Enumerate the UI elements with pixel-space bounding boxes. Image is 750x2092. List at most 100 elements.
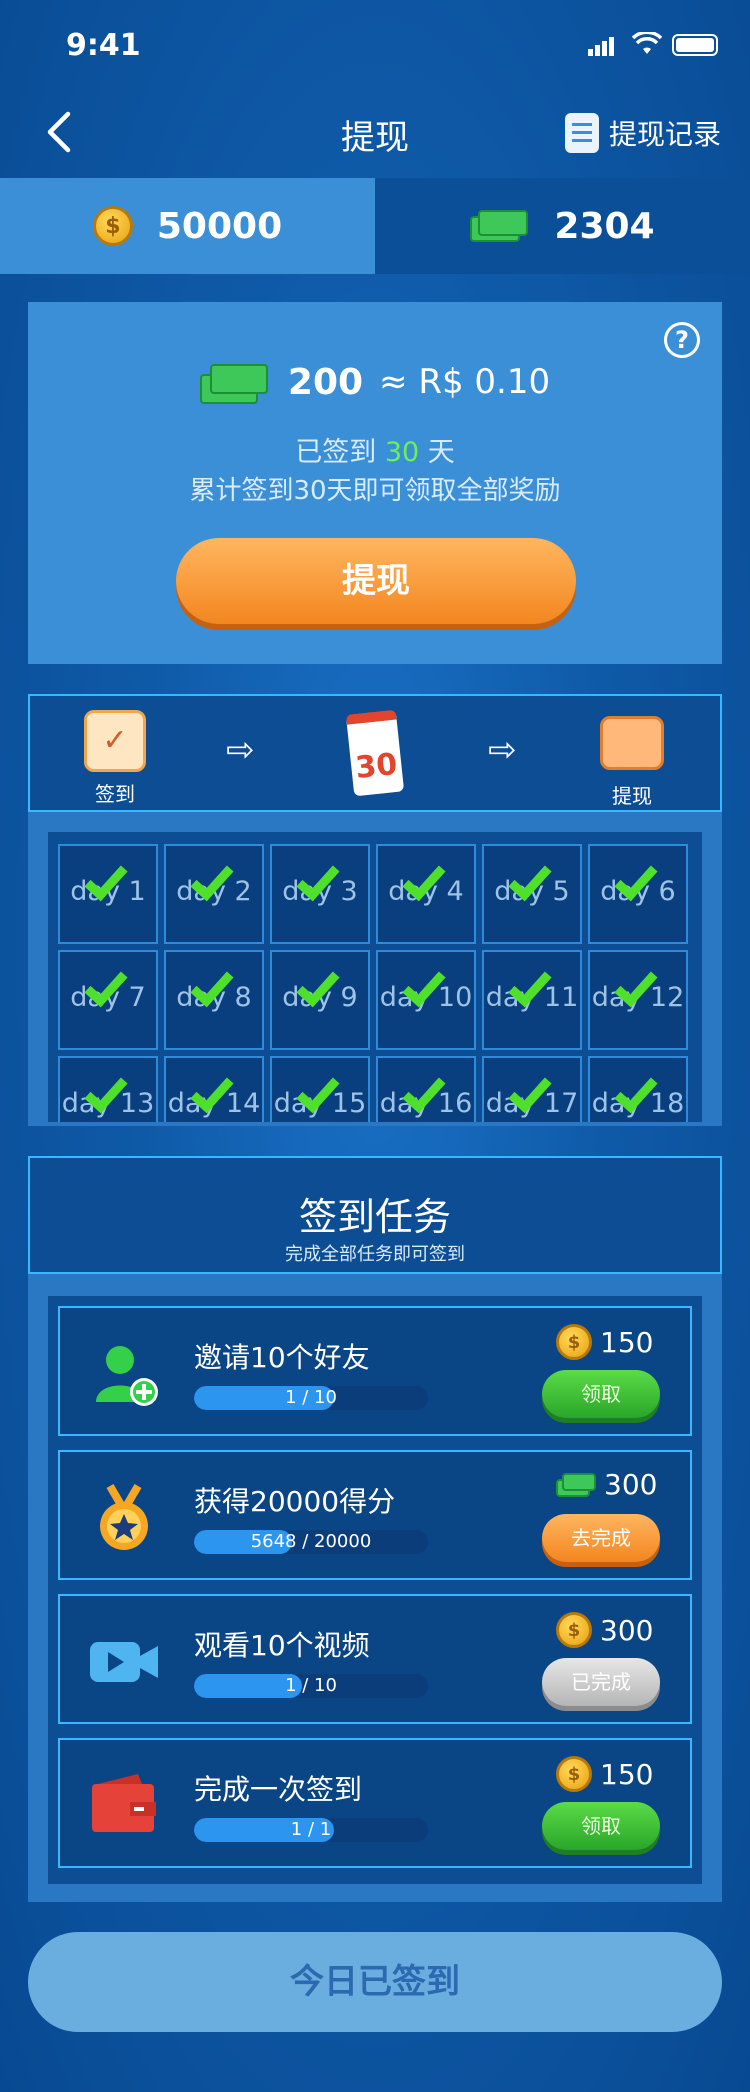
task-reward: $150	[556, 1756, 653, 1792]
task-reward: $150	[556, 1324, 653, 1360]
task-list: 邀请10个好友 1 / 10 $150 领取 获得20000得分 5648 / 20000…	[48, 1296, 702, 1884]
task-reward-amount: 300	[604, 1468, 658, 1501]
task-progress-total: 10	[314, 1675, 337, 1696]
day-cell[interactable]: day 8	[164, 950, 264, 1050]
day-cell[interactable]: day 6	[588, 844, 688, 944]
task-progress-current: 1	[285, 1675, 297, 1696]
day-cell[interactable]: day 1	[58, 844, 158, 944]
day-cell[interactable]: day 2	[164, 844, 264, 944]
withdraw-amount: 200	[287, 361, 364, 403]
tasks-header: 签到任务 完成全部任务即可签到	[28, 1156, 722, 1274]
task-item: 观看10个视频 1 / 10 $300 已完成	[58, 1594, 692, 1724]
tasks-subtitle: 完成全部任务即可签到	[285, 1244, 465, 1265]
withdraw-record-label: 提现记录	[609, 118, 722, 151]
task-action-button[interactable]: 已完成	[542, 1658, 660, 1706]
cash-icon	[199, 360, 272, 404]
task-progress-text: 5648 / 20000	[250, 1531, 372, 1552]
task-reward-amount: 150	[600, 1757, 654, 1791]
day-cell[interactable]: day 16	[376, 1056, 476, 1122]
step-withdraw-label: 提现	[612, 784, 652, 808]
signal-icon	[588, 37, 614, 56]
add-friend-icon	[88, 1338, 160, 1410]
tasks-container: 邀请10个好友 1 / 10 $150 领取 获得20000得分 5648 / 20000…	[28, 1274, 722, 1902]
calendar-30-icon: 30	[345, 709, 405, 797]
task-reward: 300	[556, 1468, 657, 1501]
day-cell[interactable]: day 5	[482, 844, 582, 944]
days-grid[interactable]: day 1 day 2 day 3 day 4 day 5 day 6 day 7 day 8…	[48, 832, 702, 1122]
days-grid-container: day 1 day 2 day 3 day 4 day 5 day 6 day 7 day 8…	[28, 812, 722, 1126]
signed-suffix: 天	[427, 437, 455, 468]
task-progress-current: 5648	[250, 1531, 297, 1552]
signed-days-count: 30	[384, 437, 420, 468]
wallet-icon	[88, 1770, 160, 1842]
cash-icon	[470, 208, 530, 244]
signin-progress-strip: 签到 ⇨ 30 ⇨ 提现	[28, 694, 722, 812]
status-bar: 9:41	[0, 0, 750, 90]
task-progress-text: 1 / 10	[285, 1675, 337, 1696]
arrow-right-icon: ⇨	[226, 730, 255, 770]
task-name: 完成一次签到	[194, 1773, 363, 1806]
coin-icon: $	[556, 1324, 592, 1360]
task-action-button[interactable]: 领取	[542, 1802, 660, 1850]
day-cell[interactable]: day 11	[482, 950, 582, 1050]
task-name: 邀请10个好友	[194, 1341, 370, 1374]
coin-icon: $	[556, 1756, 592, 1792]
task-progress-text: 1 / 10	[285, 1387, 337, 1408]
task-progress-total: 20000	[314, 1531, 372, 1552]
medal-icon	[88, 1482, 160, 1554]
task-item: 完成一次签到 1 / 1 $150 领取	[58, 1738, 692, 1868]
status-time: 9:41	[66, 28, 141, 63]
day-cell[interactable]: day 4	[376, 844, 476, 944]
coin-balance-tab[interactable]: $ 50000	[0, 178, 375, 274]
day-cell[interactable]: day 15	[270, 1056, 370, 1122]
task-reward: $300	[556, 1612, 653, 1648]
cash-balance: 2304	[554, 205, 655, 247]
day-cell[interactable]: day 18	[588, 1056, 688, 1122]
coin-icon: $	[556, 1612, 592, 1648]
task-item: 邀请10个好友 1 / 10 $150 领取	[58, 1306, 692, 1436]
day-cell[interactable]: day 17	[482, 1056, 582, 1122]
task-reward-amount: 300	[600, 1613, 654, 1647]
battery-icon	[672, 34, 718, 56]
withdraw-record-button[interactable]: 提现记录	[565, 112, 721, 154]
day-cell[interactable]: day 13	[58, 1056, 158, 1122]
coin-balance: 50000	[156, 205, 283, 247]
withdraw-amount-row: 200 ≈ R$ 0.10	[28, 360, 722, 404]
day-cell[interactable]: day 7	[58, 950, 158, 1050]
step-withdraw: 提现	[600, 710, 664, 809]
task-action-button[interactable]: 领取	[542, 1370, 660, 1418]
signed-prefix: 已签到	[295, 437, 377, 468]
tasks-title: 签到任务	[298, 1195, 451, 1239]
calendar-check-icon	[84, 710, 146, 772]
step-signin-label: 签到	[95, 782, 135, 806]
task-progress-total: 1	[319, 1819, 332, 1840]
arrow-right-icon: ⇨	[488, 730, 517, 770]
task-progress-total: 10	[314, 1387, 337, 1408]
task-progress-text: 1 / 1	[290, 1819, 332, 1840]
task-action-button[interactable]: 去完成	[542, 1514, 660, 1562]
task-reward-amount: 150	[600, 1325, 654, 1359]
signed-today-button[interactable]: 今日已签到	[28, 1932, 722, 2032]
cash-icon	[556, 1471, 596, 1499]
withdraw-button[interactable]: 提现	[176, 538, 576, 624]
day-cell[interactable]: day 12	[588, 950, 688, 1050]
step-signin: 签到	[84, 710, 146, 807]
withdraw-card: ? 200 ≈ R$ 0.10 已签到 30 天 累计签到30天即可领取全部奖励…	[28, 302, 722, 664]
task-progress-current: 1	[285, 1387, 297, 1408]
help-icon[interactable]: ?	[664, 322, 700, 358]
video-icon	[88, 1626, 160, 1698]
task-progress-current: 1	[290, 1819, 303, 1840]
document-icon	[565, 113, 599, 153]
reward-note: 累计签到30天即可领取全部奖励	[189, 476, 561, 506]
day-cell[interactable]: day 10	[376, 950, 476, 1050]
task-item: 获得20000得分 5648 / 20000 300 去完成	[58, 1450, 692, 1580]
cash-balance-tab[interactable]: 2304	[375, 178, 750, 274]
signed-days-text: 已签到 30 天	[28, 430, 722, 469]
wifi-icon	[632, 32, 662, 54]
day-cell[interactable]: day 14	[164, 1056, 264, 1122]
balance-tabs: $ 50000 2304	[0, 178, 750, 274]
wallet-icon	[600, 716, 664, 770]
coin-icon: $	[92, 206, 133, 246]
day-cell[interactable]: day 9	[270, 950, 370, 1050]
day-cell[interactable]: day 3	[270, 844, 370, 944]
